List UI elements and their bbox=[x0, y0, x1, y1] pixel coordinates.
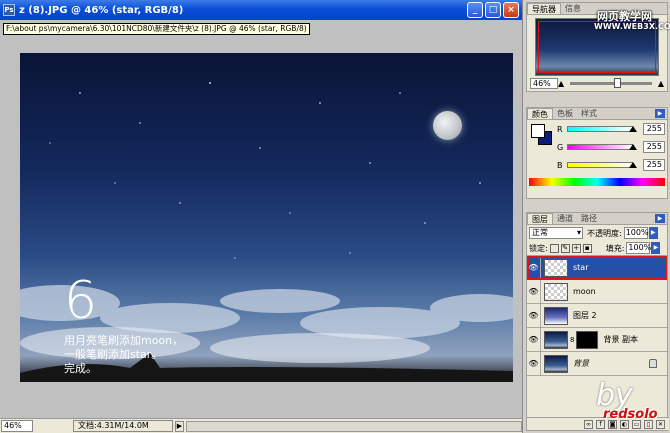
tab-navigator[interactable]: 导航器 bbox=[527, 3, 561, 14]
red-label: R bbox=[557, 124, 563, 134]
color-sliders: R 255 G 255 B 255 bbox=[527, 120, 667, 186]
blue-slider-knob[interactable] bbox=[629, 162, 637, 168]
foreground-color-swatch[interactable] bbox=[531, 124, 545, 138]
opacity-label: 不透明度: bbox=[587, 228, 622, 238]
lock-transparency-icon[interactable] bbox=[549, 243, 559, 253]
navigator-zoom-slider[interactable] bbox=[570, 77, 652, 88]
image-canvas[interactable]: 6 用月亮笔刷添加moon， 一般笔刷添加star。 完成。 bbox=[20, 53, 513, 382]
zoom-in-icon[interactable]: ▲ bbox=[658, 79, 664, 88]
opacity-arrow-button[interactable]: ▶ bbox=[648, 227, 658, 239]
color-panel: 颜色 色板 样式 ▶ R 255 G 255 B 255 bbox=[526, 107, 668, 199]
eye-icon[interactable]: 👁 bbox=[527, 255, 541, 280]
eye-icon[interactable]: 👁 bbox=[527, 279, 541, 304]
layers-tabs: 图层 通道 路径 ▶ bbox=[527, 213, 667, 225]
blue-slider[interactable] bbox=[567, 162, 633, 168]
tab-styles[interactable]: 样式 bbox=[577, 108, 601, 119]
step-number: 6 bbox=[64, 271, 98, 331]
layer-name: 背景 副本 bbox=[603, 335, 639, 344]
fill-arrow-button[interactable]: ▶ bbox=[651, 242, 661, 254]
layer-name: 背景 bbox=[573, 359, 589, 368]
status-menu-button[interactable]: ▶ bbox=[175, 420, 184, 432]
red-channel-row: R 255 bbox=[557, 122, 665, 136]
window-controls: _ □ × bbox=[467, 2, 519, 18]
blend-mode-select[interactable]: 正常 bbox=[529, 227, 583, 239]
tab-color[interactable]: 颜色 bbox=[527, 108, 553, 119]
layer-thumbnail bbox=[544, 258, 568, 277]
slider-knob[interactable] bbox=[614, 77, 622, 88]
fill-label: 填充: bbox=[605, 243, 625, 253]
eye-icon[interactable]: 👁 bbox=[527, 303, 541, 328]
document-info[interactable]: 文档:4.31M/14.0M bbox=[73, 420, 173, 432]
photoshop-window: Ps z (8).JPG @ 46% (star, RGB/8) _ □ × F… bbox=[0, 0, 670, 433]
green-slider[interactable] bbox=[567, 144, 633, 150]
caption-line-3: 完成。 bbox=[64, 362, 97, 375]
watermark-author: redsolo bbox=[603, 407, 658, 422]
layer-row-background-copy[interactable]: 👁 8 背景 副本 bbox=[527, 327, 667, 352]
eye-icon[interactable]: 👁 bbox=[527, 327, 541, 352]
lock-row: 锁定: ✎ + ▪ 填充: 100% ▶ bbox=[527, 241, 667, 256]
opacity-field[interactable]: 100% bbox=[623, 227, 649, 239]
step-caption: 用月亮笔刷添加moon， 一般笔刷添加star。 完成。 bbox=[64, 334, 183, 376]
zoom-out-icon[interactable]: ▲ bbox=[558, 79, 564, 88]
green-label: G bbox=[557, 142, 564, 152]
tab-paths[interactable]: 路径 bbox=[577, 213, 601, 224]
red-slider[interactable] bbox=[567, 126, 633, 132]
document-title-bar[interactable]: Ps z (8).JPG @ 46% (star, RGB/8) _ □ × bbox=[0, 0, 522, 20]
tab-layers[interactable]: 图层 bbox=[527, 213, 553, 224]
lock-icon bbox=[649, 359, 657, 368]
blue-channel-row: B 255 bbox=[557, 158, 665, 172]
green-slider-knob[interactable] bbox=[629, 144, 637, 150]
fill-field[interactable]: 100% bbox=[626, 242, 651, 254]
close-button[interactable]: × bbox=[503, 2, 519, 18]
panel-dock: 导航器 信息 46% ▲ ▲ 颜色 色板 样式 ▶ R 255 G 255 B … bbox=[522, 0, 670, 433]
layer-name: star bbox=[573, 263, 589, 272]
layer-thumbnail bbox=[544, 330, 568, 349]
tab-info[interactable]: 信息 bbox=[561, 3, 585, 14]
caption-line-2: 一般笔刷添加star。 bbox=[64, 348, 163, 361]
caption-line-1: 用月亮笔刷添加moon， bbox=[64, 334, 184, 347]
moon-image bbox=[433, 111, 462, 140]
color-tabs: 颜色 色板 样式 ▶ bbox=[527, 108, 667, 120]
navigator-zoom-field[interactable]: 46% bbox=[530, 77, 558, 89]
blue-value[interactable]: 255 bbox=[643, 159, 665, 171]
link-chain-icon: 8 bbox=[570, 335, 575, 344]
lock-move-icon[interactable]: + bbox=[571, 243, 581, 253]
lock-label: 锁定: bbox=[529, 243, 548, 253]
layer-mask-thumbnail[interactable] bbox=[576, 330, 599, 349]
layer-thumbnail bbox=[544, 282, 568, 301]
layer-name: 图层 2 bbox=[573, 311, 597, 320]
red-value[interactable]: 255 bbox=[643, 123, 665, 135]
tab-swatches[interactable]: 色板 bbox=[553, 108, 577, 119]
lock-all-icon[interactable]: ▪ bbox=[582, 243, 592, 253]
horizontal-scrollbar[interactable] bbox=[186, 420, 522, 432]
blue-label: B bbox=[557, 160, 563, 170]
layer-thumbnail bbox=[544, 354, 568, 373]
layer-row-background[interactable]: 👁 背景 bbox=[527, 351, 667, 376]
red-slider-knob[interactable] bbox=[629, 126, 637, 132]
layer-row-star[interactable]: 👁 star bbox=[527, 255, 667, 280]
layer-row-moon[interactable]: 👁 moon bbox=[527, 279, 667, 304]
maximize-button[interactable]: □ bbox=[485, 2, 501, 18]
panel-menu-icon[interactable]: ▶ bbox=[655, 109, 665, 118]
layer-options: 正常 不透明度: 100% ▶ bbox=[527, 225, 667, 241]
color-spectrum-bar[interactable] bbox=[529, 178, 665, 186]
zoom-field[interactable]: 46% bbox=[1, 420, 33, 432]
layer-row-layer2[interactable]: 👁 图层 2 bbox=[527, 303, 667, 328]
photoshop-icon: Ps bbox=[3, 4, 15, 16]
tab-channels[interactable]: 通道 bbox=[553, 213, 577, 224]
panel-menu-icon[interactable]: ▶ bbox=[655, 214, 665, 223]
eye-icon[interactable]: 👁 bbox=[527, 351, 541, 376]
lock-brush-icon[interactable]: ✎ bbox=[560, 243, 570, 253]
file-path-tooltip: F:\about ps\mycamera\6.30\101NCD80\新建文件夹… bbox=[3, 23, 310, 35]
green-channel-row: G 255 bbox=[557, 140, 665, 154]
status-bar: 46% 文档:4.31M/14.0M ▶ bbox=[0, 418, 522, 433]
green-value[interactable]: 255 bbox=[643, 141, 665, 153]
layer-thumbnail bbox=[544, 306, 568, 325]
watermark-site-url: WWW.WEB3X.COM bbox=[594, 22, 670, 31]
document-title: z (8).JPG @ 46% (star, RGB/8) bbox=[19, 4, 184, 16]
minimize-button[interactable]: _ bbox=[467, 2, 483, 18]
navigator-controls: 46% ▲ ▲ bbox=[527, 76, 667, 90]
layer-name: moon bbox=[573, 287, 596, 296]
link-layers-icon[interactable]: ∞ bbox=[584, 419, 593, 429]
